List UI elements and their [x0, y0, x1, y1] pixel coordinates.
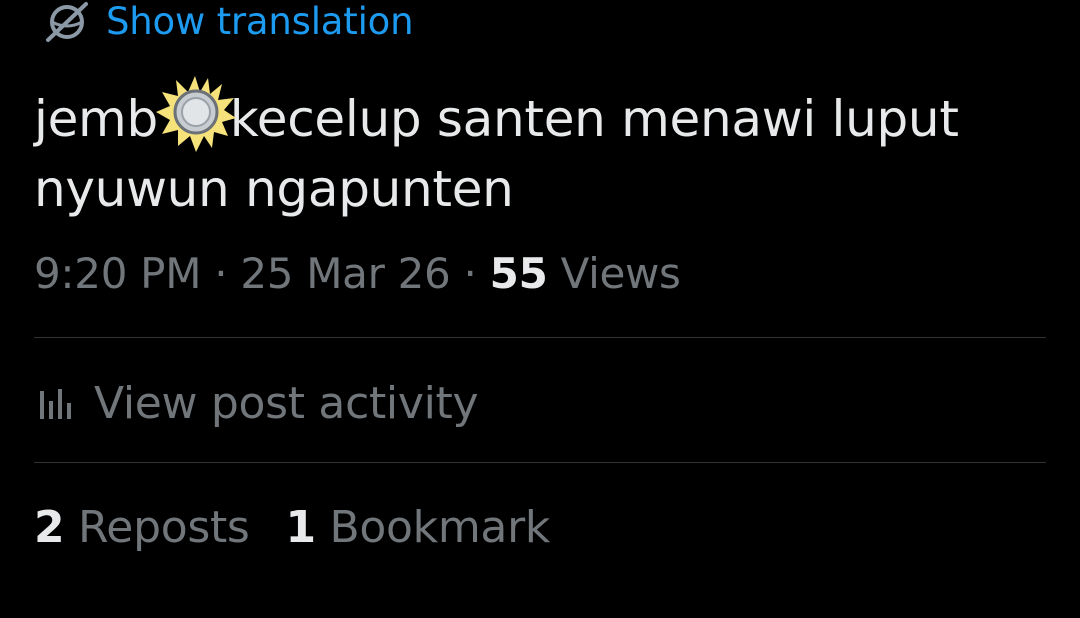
- reposts-stat[interactable]: 2 Reposts: [34, 500, 250, 556]
- views-label: Views: [560, 249, 681, 298]
- post-text: jemb kecelup santen menawi luput nyuwun …: [34, 76, 1054, 224]
- views-count: 55: [489, 249, 548, 298]
- coin-splash-emoji: [155, 76, 236, 152]
- bookmarks-count: 1: [285, 502, 317, 553]
- post-text-line-1: jemb kecelup santen menawi luput: [34, 76, 1054, 154]
- bar-chart-icon: [38, 385, 74, 423]
- view-post-activity-label: View post activity: [94, 378, 479, 429]
- post-date[interactable]: 25 Mar 26: [240, 249, 450, 298]
- bookmarks-label: Bookmark: [329, 502, 551, 553]
- divider: [34, 462, 1046, 463]
- post-text-line-2: nyuwun ngapunten: [34, 160, 514, 218]
- translate-globe-slash-icon: [42, 0, 92, 44]
- show-translation-label: Show translation: [106, 0, 414, 43]
- post-text-segment-after-emoji: kecelup santen menawi luput: [229, 90, 959, 148]
- post-time[interactable]: 9:20 PM: [34, 249, 201, 298]
- post-text-segment-before-emoji: jemb: [34, 90, 158, 148]
- show-translation-link[interactable]: Show translation: [42, 0, 414, 44]
- view-post-activity-button[interactable]: View post activity: [38, 376, 479, 432]
- divider: [34, 337, 1046, 338]
- meta-separator: ·: [214, 249, 228, 298]
- reposts-count: 2: [34, 502, 65, 553]
- reposts-label: Reposts: [78, 502, 250, 553]
- meta-separator: ·: [463, 249, 477, 298]
- bookmarks-stat[interactable]: 1 Bookmark: [286, 500, 551, 556]
- post-metadata: 9:20 PM · 25 Mar 26 · 55 Views: [34, 246, 681, 302]
- engagement-stats: 2 Reposts 1 Bookmark: [34, 500, 550, 556]
